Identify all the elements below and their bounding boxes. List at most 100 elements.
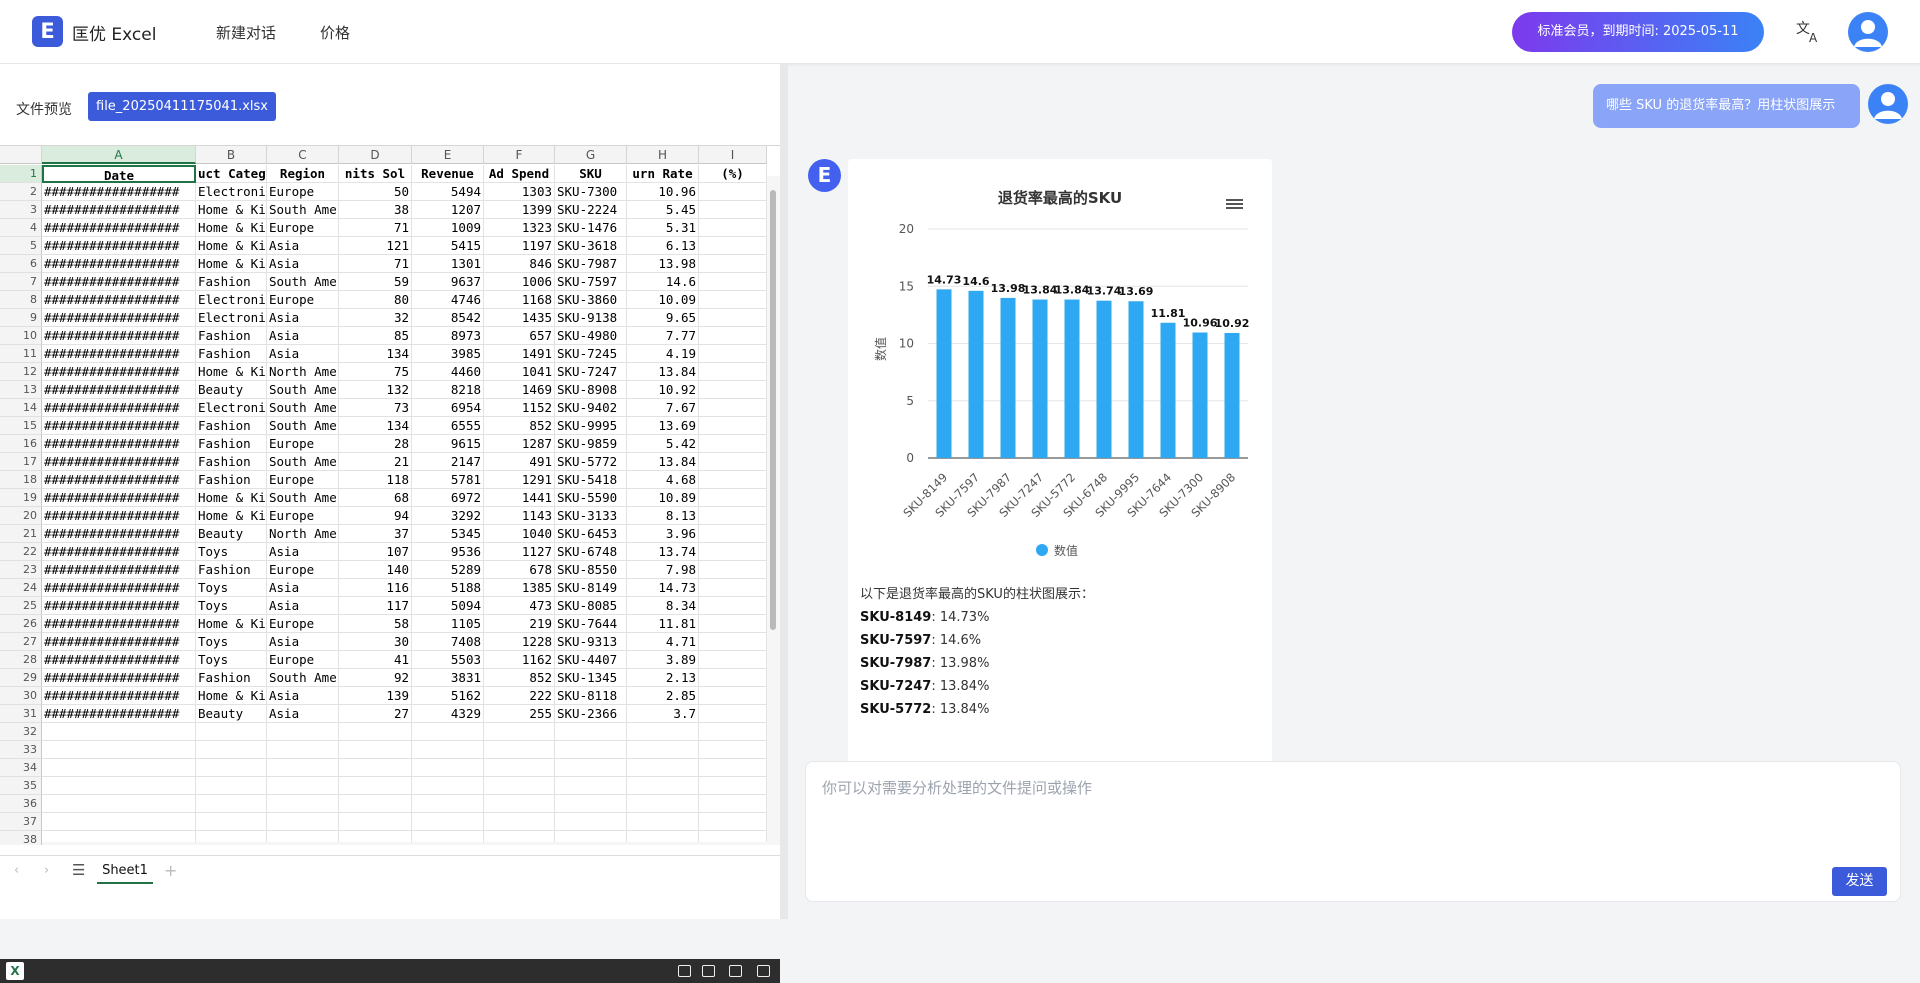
- sheet-cell[interactable]: [196, 813, 267, 831]
- sheet-cell[interactable]: ##################: [42, 183, 196, 201]
- sheet-cell[interactable]: [196, 741, 267, 759]
- sheet-cell[interactable]: SKU-7300: [555, 183, 627, 201]
- sheet-cell[interactable]: [484, 723, 555, 741]
- column-header[interactable]: H: [627, 146, 699, 164]
- sheet-cell[interactable]: ##################: [42, 687, 196, 705]
- sheet-cell[interactable]: SKU-4407: [555, 651, 627, 669]
- sheet-cell[interactable]: SKU-3618: [555, 237, 627, 255]
- sheet-cell[interactable]: 1323: [484, 219, 555, 237]
- sheet-cell[interactable]: [484, 813, 555, 831]
- sheet-cell[interactable]: [699, 381, 767, 399]
- sheet-cell[interactable]: Toys: [196, 543, 267, 561]
- sheet-cell[interactable]: Electroni: [196, 183, 267, 201]
- sheet-cell[interactable]: 7.67: [627, 399, 699, 417]
- sheet-cell[interactable]: Fashion: [196, 417, 267, 435]
- sheet-cell[interactable]: South Ame: [267, 669, 339, 687]
- sheet-cell[interactable]: 3.7: [627, 705, 699, 723]
- sheet-cell[interactable]: ##################: [42, 507, 196, 525]
- next-sheet-icon[interactable]: ›: [44, 863, 49, 878]
- sheet-cell[interactable]: 7.77: [627, 327, 699, 345]
- column-header[interactable]: B: [196, 146, 267, 164]
- sheet-cell[interactable]: 4.19: [627, 345, 699, 363]
- sheet-cell[interactable]: 657: [484, 327, 555, 345]
- vertical-scroll-thumb[interactable]: [770, 190, 776, 630]
- sheet-cell[interactable]: 1291: [484, 471, 555, 489]
- sheet-cell[interactable]: [339, 813, 412, 831]
- sheet-cell[interactable]: Home & Ki: [196, 489, 267, 507]
- sheet-cell[interactable]: ##################: [42, 705, 196, 723]
- sheet-cell[interactable]: SKU-8908: [555, 381, 627, 399]
- sheet-cell[interactable]: 1491: [484, 345, 555, 363]
- sheet-cell[interactable]: 9.65: [627, 309, 699, 327]
- sheet-cell[interactable]: SKU-4980: [555, 327, 627, 345]
- sheet-cell[interactable]: ##################: [42, 399, 196, 417]
- sheet-cell[interactable]: 5494: [412, 183, 484, 201]
- row-header[interactable]: 13: [0, 381, 42, 399]
- sheet-cell[interactable]: [42, 795, 196, 813]
- sheet-cell[interactable]: Asia: [267, 687, 339, 705]
- sheet-cell[interactable]: ##################: [42, 201, 196, 219]
- sheet-cell[interactable]: 4460: [412, 363, 484, 381]
- column-header[interactable]: A: [42, 146, 196, 164]
- sheet-cell[interactable]: 9536: [412, 543, 484, 561]
- sheet-cell[interactable]: South Ame: [267, 453, 339, 471]
- row-header[interactable]: 4: [0, 219, 42, 237]
- sheet-cell[interactable]: Home & Ki: [196, 687, 267, 705]
- sheet-cell[interactable]: [42, 777, 196, 795]
- sheet-cell[interactable]: [412, 741, 484, 759]
- sheet-cell[interactable]: 10.09: [627, 291, 699, 309]
- sheet-cell[interactable]: [196, 777, 267, 795]
- chart-menu-icon[interactable]: [1226, 197, 1243, 211]
- sheet-cell[interactable]: 118: [339, 471, 412, 489]
- row-header[interactable]: 38: [0, 831, 42, 845]
- sheet-cell[interactable]: Asia: [267, 309, 339, 327]
- sheet-cell[interactable]: ##################: [42, 363, 196, 381]
- sheet-cell[interactable]: 41: [339, 651, 412, 669]
- fullscreen-icon[interactable]: [757, 965, 770, 977]
- vertical-scrollbar[interactable]: [767, 176, 780, 845]
- sheet-cell[interactable]: ##################: [42, 273, 196, 291]
- sheet-cell[interactable]: Fashion: [196, 273, 267, 291]
- sheet-cell[interactable]: 1168: [484, 291, 555, 309]
- membership-badge[interactable]: 标准会员，到期时间: 2025-05-11: [1512, 12, 1764, 52]
- sheet-cell[interactable]: [699, 471, 767, 489]
- sheet-cell[interactable]: 1301: [412, 255, 484, 273]
- row-header[interactable]: 17: [0, 453, 42, 471]
- sheet-cell[interactable]: [339, 723, 412, 741]
- brand-name[interactable]: 匡优 Excel: [72, 20, 156, 45]
- sheet-cell[interactable]: 71: [339, 219, 412, 237]
- sheet-cell[interactable]: [699, 309, 767, 327]
- sheet-cell[interactable]: 1435: [484, 309, 555, 327]
- header-cell[interactable]: urn Rate: [627, 165, 699, 183]
- sheet-cell[interactable]: 5.31: [627, 219, 699, 237]
- sheet-cell[interactable]: SKU-8149: [555, 579, 627, 597]
- header-cell[interactable]: Region: [267, 165, 339, 183]
- sheet-cell[interactable]: SKU-7987: [555, 255, 627, 273]
- sheet-cell[interactable]: Home & Ki: [196, 615, 267, 633]
- sheet-cell[interactable]: 37: [339, 525, 412, 543]
- spreadsheet-grid[interactable]: A B C D E F G H I 1 Date uct Categ Region nits Sol Rev…: [0, 145, 780, 845]
- sheet-cell[interactable]: 14.6: [627, 273, 699, 291]
- sheet-cell[interactable]: Asia: [267, 237, 339, 255]
- sheet-cell[interactable]: 3985: [412, 345, 484, 363]
- header-cell[interactable]: nits Sol: [339, 165, 412, 183]
- column-header[interactable]: F: [484, 146, 555, 164]
- sheet-cell[interactable]: 1287: [484, 435, 555, 453]
- sheet-cell[interactable]: [484, 795, 555, 813]
- brand-logo[interactable]: E: [32, 16, 63, 47]
- sheet-cell[interactable]: ##################: [42, 669, 196, 687]
- sheet-cell[interactable]: 4329: [412, 705, 484, 723]
- sheet-cell[interactable]: 1006: [484, 273, 555, 291]
- sheet-cell[interactable]: Toys: [196, 579, 267, 597]
- sheet-cell[interactable]: Toys: [196, 651, 267, 669]
- sheet-cell[interactable]: Electroni: [196, 399, 267, 417]
- sheet-cell[interactable]: SKU-6748: [555, 543, 627, 561]
- row-header[interactable]: 30: [0, 687, 42, 705]
- sheet-cell[interactable]: ##################: [42, 435, 196, 453]
- sheet-cell[interactable]: [699, 453, 767, 471]
- sheet-cell[interactable]: [699, 633, 767, 651]
- row-header[interactable]: 24: [0, 579, 42, 597]
- sheet-cell[interactable]: SKU-5590: [555, 489, 627, 507]
- sheet-cell[interactable]: [699, 399, 767, 417]
- row-header[interactable]: 36: [0, 795, 42, 813]
